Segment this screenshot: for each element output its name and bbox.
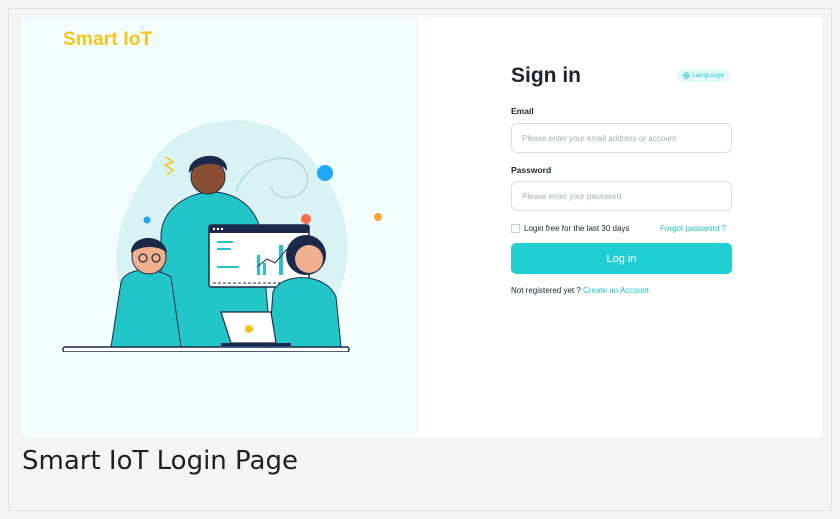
language-label: Language (692, 71, 725, 79)
forgot-password-link[interactable]: Forgot password ? (660, 224, 726, 233)
remember-option[interactable]: Login free for the last 30 days (511, 224, 629, 233)
language-switcher[interactable]: Language (677, 69, 731, 82)
login-button[interactable]: Log in (511, 243, 732, 274)
page-caption: Smart IoT Login Page (22, 446, 298, 476)
register-prompt-text: Not registered yet ? (511, 286, 581, 295)
checkbox-icon[interactable] (511, 224, 520, 233)
page-title: Sign in (511, 64, 581, 87)
login-form: Sign in Language Email Password Login fr… (511, 17, 822, 437)
email-label: Email (511, 106, 534, 116)
register-prompt: Not registered yet ? Create an Account (511, 286, 649, 295)
password-field[interactable] (511, 181, 732, 211)
illustration-panel: Smart IoT (21, 17, 419, 437)
email-field[interactable] (511, 123, 732, 153)
globe-icon (683, 72, 690, 79)
login-card: Smart IoT Sign in Language Email Please … (21, 17, 822, 437)
team-illustration (62, 120, 382, 352)
remember-label: Login free for the last 30 days (524, 224, 630, 233)
password-label: Password (511, 165, 552, 175)
create-account-link[interactable]: Create an Account (583, 286, 649, 295)
sparkle-icon (137, 26, 145, 34)
